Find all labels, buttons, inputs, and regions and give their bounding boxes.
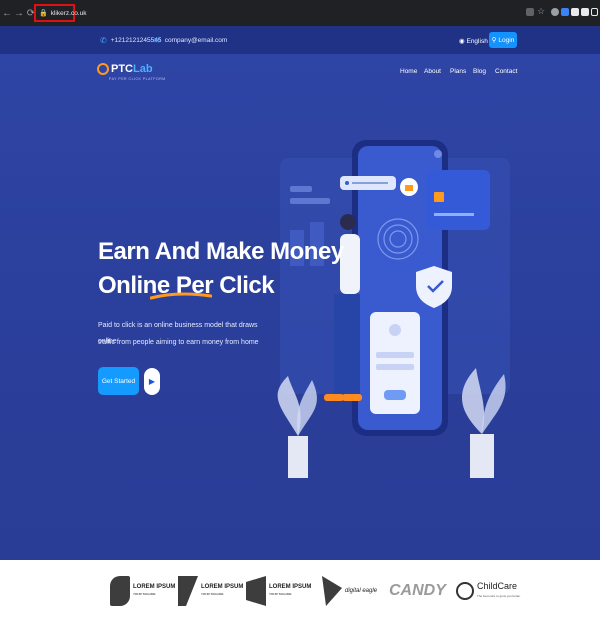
address-bar[interactable]: 🔒 klikerz.co.uk: [34, 4, 86, 22]
brand-logo: LOREM IPSUM YOUR TAGLINE: [110, 572, 175, 610]
site-logo[interactable]: PTCLab: [97, 63, 153, 75]
email-contact[interactable]: ✉ company@email.com: [154, 36, 227, 45]
brand-mark-icon: [110, 576, 130, 606]
play-icon: ▶: [148, 377, 156, 386]
extension-icon[interactable]: [561, 8, 569, 16]
language-label: English: [466, 38, 488, 45]
email-text: company@email.com: [164, 37, 228, 44]
phone-contact[interactable]: ✆ +1212121245545: [100, 36, 162, 45]
back-icon[interactable]: ←: [2, 8, 12, 19]
share-icon[interactable]: [526, 8, 534, 16]
nav-home[interactable]: Home: [400, 68, 417, 75]
logo-text: PTC: [111, 63, 133, 75]
puzzle-icon[interactable]: [581, 8, 589, 16]
url-text: klikerz.co.uk: [50, 9, 87, 17]
nav-contact[interactable]: Contact: [495, 68, 517, 75]
brand-name: digital eagle: [345, 587, 378, 594]
eagle-icon: [322, 576, 342, 606]
browser-toolbar: ← → ⟳ 🔒 klikerz.co.uk ☆: [0, 0, 600, 26]
login-button[interactable]: ⚲ Login: [489, 32, 517, 48]
underline-swoosh: [150, 292, 212, 300]
logo-tagline: PAY PER CLICK PLATFORM: [109, 77, 166, 81]
brand-tagline: YOUR TAGLINE: [133, 592, 156, 596]
brand-tagline: YOUR TAGLINE: [201, 592, 224, 596]
hero-section: [0, 54, 600, 560]
brand-logo: digital eagle: [322, 572, 377, 610]
logo-text-accent: Lab: [133, 63, 153, 75]
hero-description-line2: traffic from people aiming to earn money…: [98, 339, 259, 346]
mail-icon: ✉: [154, 36, 161, 45]
nav-blog[interactable]: Blog: [473, 68, 486, 75]
hero-illustration: [277, 140, 510, 478]
brand-name: CANDY: [389, 582, 446, 599]
brand-name: LOREM IPSUM: [201, 584, 244, 590]
forward-icon[interactable]: →: [14, 8, 24, 19]
sidebar-icon[interactable]: [591, 8, 598, 16]
brand-mark-icon: [178, 576, 198, 606]
brand-mark-icon: [246, 576, 266, 606]
brand-name: LOREM IPSUM: [133, 584, 176, 590]
login-label: Login: [498, 36, 515, 44]
brand-name: ChildCare: [477, 581, 518, 591]
extension-icon[interactable]: [551, 8, 559, 16]
play-video-button[interactable]: ▶: [144, 368, 160, 395]
nav-plans[interactable]: Plans: [450, 68, 466, 75]
star-icon[interactable]: ☆: [537, 6, 545, 16]
childcare-icon: [456, 582, 474, 600]
brand-logo: ChildCare The best care to grow you bette…: [456, 572, 520, 610]
get-started-button[interactable]: Get Started: [98, 367, 139, 395]
brand-logo: LOREM IPSUM YOUR TAGLINE: [246, 572, 311, 610]
brand-tagline: YOUR TAGLINE: [269, 592, 292, 596]
brand-name: LOREM IPSUM: [269, 584, 312, 590]
extension-icon[interactable]: [571, 8, 579, 16]
brand-tagline: The best care to grow you better: [477, 594, 521, 598]
cursor-icon: [97, 63, 109, 75]
brand-logo: LOREM IPSUM YOUR TAGLINE: [178, 572, 243, 610]
brand-logo: CANDY: [389, 572, 446, 610]
phone-icon: ✆: [100, 36, 107, 45]
user-icon: ⚲: [491, 37, 497, 44]
globe-icon: ◉: [459, 38, 465, 45]
lock-icon: 🔒: [39, 10, 48, 17]
hero-headline-line1: Earn And Make Money: [98, 238, 344, 265]
nav-about[interactable]: About: [424, 68, 441, 75]
